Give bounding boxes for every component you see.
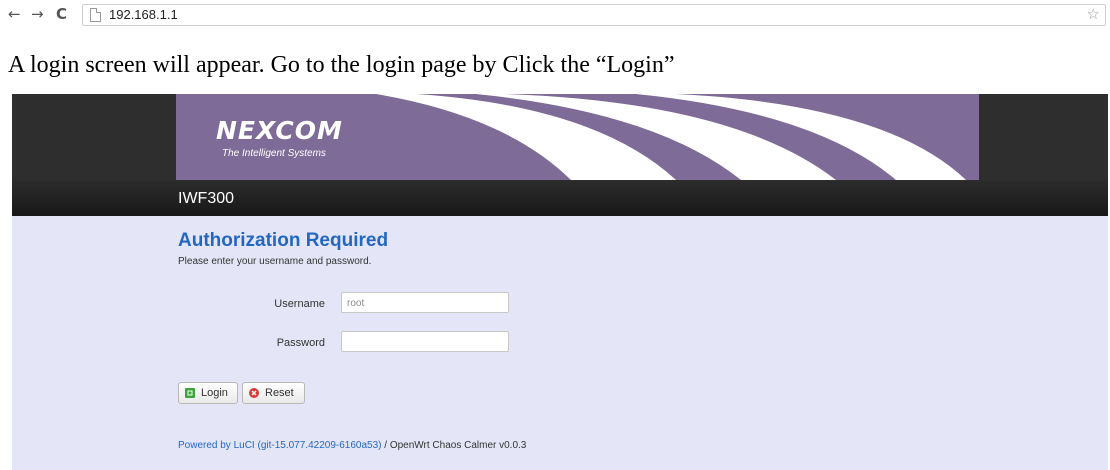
- model-bar: IWF300: [12, 180, 1108, 216]
- auth-title: Authorization Required: [178, 230, 389, 251]
- auth-subtitle: Please enter your username and password.: [178, 256, 372, 267]
- password-field[interactable]: [341, 331, 509, 352]
- bookmark-star-icon[interactable]: ☆: [1087, 5, 1100, 23]
- username-label: Username: [274, 298, 325, 310]
- reset-icon: [249, 388, 259, 398]
- device-model: IWF300: [178, 190, 235, 207]
- footer-version: / OpenWrt Chaos Calmer v0.0.3: [381, 440, 527, 451]
- login-content: Authorization Required Please enter your…: [12, 216, 1108, 470]
- router-page: NEXCOM The Intelligent Systems IWF300 Au…: [12, 94, 1108, 470]
- header: NEXCOM The Intelligent Systems: [12, 94, 1108, 180]
- brand-banner: NEXCOM The Intelligent Systems: [176, 94, 979, 180]
- logo-tagline: The Intelligent Systems: [222, 148, 326, 159]
- footer: Powered by LuCI (git-15.077.42209-6160a5…: [178, 440, 526, 451]
- back-icon[interactable]: ←: [8, 5, 21, 23]
- reset-label: Reset: [265, 387, 294, 399]
- instruction-text: A login screen will appear. Go to the lo…: [8, 52, 675, 78]
- password-label: Password: [276, 337, 325, 349]
- page-icon: [90, 8, 101, 22]
- nexcom-logo: NEXCOM: [216, 116, 343, 145]
- luci-link[interactable]: Powered by LuCI (git-15.077.42209-6160a5…: [178, 440, 381, 451]
- login-button[interactable]: Login: [178, 382, 238, 404]
- address-bar[interactable]: 192.168.1.1 ☆: [82, 4, 1106, 26]
- reset-button[interactable]: Reset: [242, 382, 305, 404]
- login-label: Login: [201, 387, 228, 399]
- username-field[interactable]: root: [341, 292, 509, 313]
- url-text: 192.168.1.1: [109, 7, 178, 22]
- forward-icon[interactable]: →: [31, 5, 44, 23]
- reload-icon[interactable]: C: [56, 5, 67, 23]
- browser-toolbar: ← → C 192.168.1.1 ☆: [0, 0, 1110, 30]
- login-icon: [185, 388, 195, 398]
